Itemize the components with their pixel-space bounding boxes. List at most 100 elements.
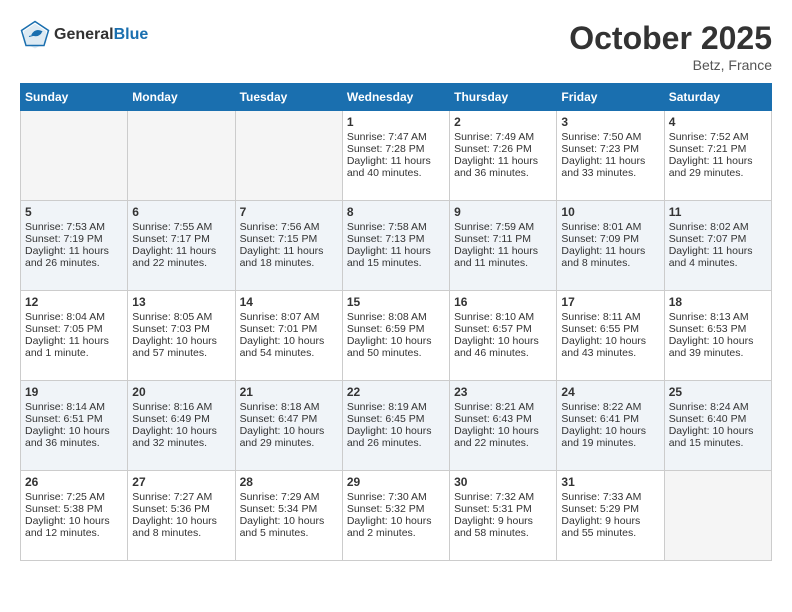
cell-text: Sunrise: 8:08 AM [347, 311, 445, 323]
calendar-cell: 13Sunrise: 8:05 AMSunset: 7:03 PMDayligh… [128, 291, 235, 381]
day-number: 22 [347, 385, 445, 399]
cell-text: Daylight: 11 hours [132, 245, 230, 257]
cell-text: Daylight: 10 hours [454, 425, 552, 437]
cell-text: Daylight: 11 hours [561, 155, 659, 167]
day-number: 3 [561, 115, 659, 129]
header: GeneralBlue October 2025 Betz, France [20, 20, 772, 73]
calendar-cell: 9Sunrise: 7:59 AMSunset: 7:11 PMDaylight… [450, 201, 557, 291]
cell-text: and 11 minutes. [454, 257, 552, 269]
cell-text: Sunrise: 8:01 AM [561, 221, 659, 233]
calendar-cell: 30Sunrise: 7:32 AMSunset: 5:31 PMDayligh… [450, 471, 557, 561]
cell-text: and 15 minutes. [669, 437, 767, 449]
cell-text: and 57 minutes. [132, 347, 230, 359]
cell-text: Sunset: 5:32 PM [347, 503, 445, 515]
cell-text: Daylight: 11 hours [561, 245, 659, 257]
calendar-cell [235, 111, 342, 201]
calendar-cell: 3Sunrise: 7:50 AMSunset: 7:23 PMDaylight… [557, 111, 664, 201]
calendar-cell: 24Sunrise: 8:22 AMSunset: 6:41 PMDayligh… [557, 381, 664, 471]
cell-text: Sunrise: 7:49 AM [454, 131, 552, 143]
cell-text: Sunset: 6:47 PM [240, 413, 338, 425]
day-number: 18 [669, 295, 767, 309]
cell-text: Sunrise: 8:05 AM [132, 311, 230, 323]
day-number: 19 [25, 385, 123, 399]
day-header-sunday: Sunday [21, 84, 128, 111]
day-number: 20 [132, 385, 230, 399]
cell-text: Sunset: 7:28 PM [347, 143, 445, 155]
cell-text: and 29 minutes. [669, 167, 767, 179]
cell-text: Sunset: 7:15 PM [240, 233, 338, 245]
day-header-friday: Friday [557, 84, 664, 111]
cell-text: Sunset: 7:09 PM [561, 233, 659, 245]
calendar-cell: 28Sunrise: 7:29 AMSunset: 5:34 PMDayligh… [235, 471, 342, 561]
cell-text: and 54 minutes. [240, 347, 338, 359]
calendar-cell: 1Sunrise: 7:47 AMSunset: 7:28 PMDaylight… [342, 111, 449, 201]
cell-text: Sunset: 7:17 PM [132, 233, 230, 245]
cell-text: and 15 minutes. [347, 257, 445, 269]
cell-text: and 19 minutes. [561, 437, 659, 449]
cell-text: and 32 minutes. [132, 437, 230, 449]
logo-text: GeneralBlue [54, 26, 148, 44]
cell-text: Daylight: 10 hours [561, 425, 659, 437]
cell-text: Sunrise: 8:14 AM [25, 401, 123, 413]
day-number: 7 [240, 205, 338, 219]
cell-text: Sunrise: 8:21 AM [454, 401, 552, 413]
cell-text: Sunrise: 8:07 AM [240, 311, 338, 323]
calendar-cell [21, 111, 128, 201]
cell-text: Daylight: 10 hours [347, 425, 445, 437]
day-number: 14 [240, 295, 338, 309]
calendar-week-3: 12Sunrise: 8:04 AMSunset: 7:05 PMDayligh… [21, 291, 772, 381]
cell-text: Daylight: 10 hours [132, 425, 230, 437]
calendar-cell: 27Sunrise: 7:27 AMSunset: 5:36 PMDayligh… [128, 471, 235, 561]
calendar-cell: 19Sunrise: 8:14 AMSunset: 6:51 PMDayligh… [21, 381, 128, 471]
cell-text: Sunrise: 8:16 AM [132, 401, 230, 413]
calendar-cell [664, 471, 771, 561]
calendar-cell: 22Sunrise: 8:19 AMSunset: 6:45 PMDayligh… [342, 381, 449, 471]
cell-text: and 5 minutes. [240, 527, 338, 539]
cell-text: and 36 minutes. [454, 167, 552, 179]
calendar-cell: 15Sunrise: 8:08 AMSunset: 6:59 PMDayligh… [342, 291, 449, 381]
cell-text: and 22 minutes. [454, 437, 552, 449]
calendar-table: SundayMondayTuesdayWednesdayThursdayFrid… [20, 83, 772, 561]
cell-text: Sunset: 6:45 PM [347, 413, 445, 425]
day-number: 23 [454, 385, 552, 399]
cell-text: Sunset: 7:05 PM [25, 323, 123, 335]
cell-text: Sunrise: 7:50 AM [561, 131, 659, 143]
cell-text: Sunrise: 8:04 AM [25, 311, 123, 323]
title-area: October 2025 Betz, France [569, 20, 772, 73]
calendar-week-2: 5Sunrise: 7:53 AMSunset: 7:19 PMDaylight… [21, 201, 772, 291]
day-header-tuesday: Tuesday [235, 84, 342, 111]
day-number: 26 [25, 475, 123, 489]
day-header-wednesday: Wednesday [342, 84, 449, 111]
calendar-cell: 16Sunrise: 8:10 AMSunset: 6:57 PMDayligh… [450, 291, 557, 381]
cell-text: and 40 minutes. [347, 167, 445, 179]
cell-text: and 39 minutes. [669, 347, 767, 359]
calendar-cell: 26Sunrise: 7:25 AMSunset: 5:38 PMDayligh… [21, 471, 128, 561]
cell-text: Sunset: 6:53 PM [669, 323, 767, 335]
cell-text: and 29 minutes. [240, 437, 338, 449]
cell-text: Daylight: 10 hours [669, 335, 767, 347]
cell-text: and 4 minutes. [669, 257, 767, 269]
cell-text: Sunrise: 8:24 AM [669, 401, 767, 413]
calendar-week-1: 1Sunrise: 7:47 AMSunset: 7:28 PMDaylight… [21, 111, 772, 201]
cell-text: Sunset: 7:26 PM [454, 143, 552, 155]
cell-text: Sunset: 6:40 PM [669, 413, 767, 425]
cell-text: Sunrise: 8:10 AM [454, 311, 552, 323]
cell-text: and 50 minutes. [347, 347, 445, 359]
cell-text: and 8 minutes. [132, 527, 230, 539]
calendar-cell: 8Sunrise: 7:58 AMSunset: 7:13 PMDaylight… [342, 201, 449, 291]
cell-text: and 1 minute. [25, 347, 123, 359]
cell-text: and 26 minutes. [347, 437, 445, 449]
cell-text: Daylight: 10 hours [240, 515, 338, 527]
cell-text: Daylight: 10 hours [561, 335, 659, 347]
cell-text: Sunrise: 7:25 AM [25, 491, 123, 503]
cell-text: Daylight: 10 hours [347, 335, 445, 347]
cell-text: Daylight: 10 hours [132, 515, 230, 527]
cell-text: Daylight: 11 hours [25, 245, 123, 257]
calendar-cell: 14Sunrise: 8:07 AMSunset: 7:01 PMDayligh… [235, 291, 342, 381]
day-header-thursday: Thursday [450, 84, 557, 111]
calendar-cell: 7Sunrise: 7:56 AMSunset: 7:15 PMDaylight… [235, 201, 342, 291]
calendar-cell: 12Sunrise: 8:04 AMSunset: 7:05 PMDayligh… [21, 291, 128, 381]
cell-text: Sunset: 5:36 PM [132, 503, 230, 515]
cell-text: Sunset: 6:41 PM [561, 413, 659, 425]
cell-text: Sunset: 7:03 PM [132, 323, 230, 335]
